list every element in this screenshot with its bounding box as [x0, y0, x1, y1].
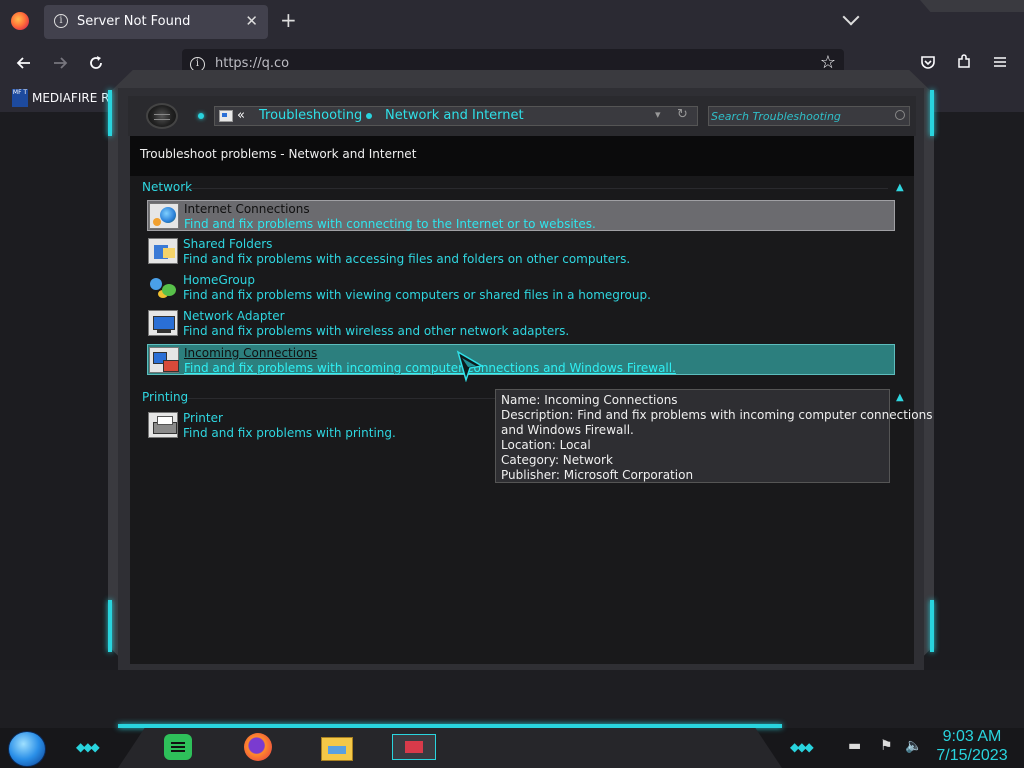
taskbar-accent	[118, 724, 782, 728]
page-title: Troubleshoot problems - Network and Inte…	[140, 147, 417, 161]
bookmark-mediafire[interactable]: MEDIAFIRE RO	[32, 91, 119, 105]
tooltip-name: Name: Incoming Connections	[501, 393, 678, 407]
list-item-printer[interactable]: Printer Find and fix problems with print…	[147, 410, 487, 441]
network-adapter-icon	[148, 310, 178, 336]
hamburger-menu-icon	[994, 57, 1006, 67]
back-forward-orb-icon[interactable]	[146, 103, 178, 129]
item-description[interactable]: Find and fix problems with accessing fil…	[183, 252, 630, 266]
list-item-incoming-connections[interactable]: Incoming Connections Find and fix proble…	[147, 344, 895, 375]
site-info-icon[interactable]: i	[190, 57, 205, 72]
refresh-icon[interactable]: ↻	[677, 107, 688, 122]
new-tab-button[interactable]: +	[280, 9, 297, 31]
shared-folders-icon	[148, 238, 178, 264]
breadcrumb-overflow[interactable]: «	[237, 108, 245, 123]
puzzle-icon	[958, 54, 970, 68]
taskbar-band	[118, 728, 782, 768]
bookmark-star-icon[interactable]: ☆	[820, 52, 836, 73]
taskbar-decor-chevrons-icon: ◆◆◆	[790, 740, 814, 754]
item-name[interactable]: Shared Folders	[183, 237, 272, 251]
notes-app-icon[interactable]	[160, 732, 200, 762]
frame-accent	[930, 600, 934, 652]
breadcrumb-troubleshooting[interactable]: Troubleshooting	[259, 108, 362, 123]
control-panel-icon[interactable]	[392, 732, 436, 762]
reload-button[interactable]	[84, 53, 108, 77]
firefox-logo-icon[interactable]	[11, 12, 29, 30]
firefox-icon[interactable]	[240, 732, 280, 762]
item-description[interactable]: Find and fix problems with incoming comp…	[184, 361, 676, 375]
tab-close-button[interactable]: ✕	[245, 12, 258, 30]
item-description[interactable]: Find and fix problems with printing.	[183, 426, 396, 440]
item-tooltip: Name: Incoming Connections Description: …	[495, 389, 933, 483]
taskbar-time[interactable]: 9:03 AM	[930, 728, 1014, 746]
pocket-button[interactable]	[916, 53, 940, 77]
tooltip-location: Location: Local	[501, 438, 591, 452]
list-item-shared-folders[interactable]: Shared Folders Find and fix problems wit…	[147, 236, 895, 267]
url-text[interactable]: https://q.co	[215, 56, 289, 71]
list-all-tabs-icon[interactable]	[842, 8, 860, 26]
browser-tab-bar: i Server Not Found ✕ +	[0, 0, 1024, 44]
item-description[interactable]: Find and fix problems with wireless and …	[183, 324, 569, 338]
show-hidden-icons-icon[interactable]: ▬	[848, 738, 861, 754]
taskbar	[0, 724, 1024, 768]
item-description[interactable]: Find and fix problems with connecting to…	[184, 217, 596, 231]
list-item-homegroup[interactable]: HomeGroup Find and fix problems with vie…	[147, 272, 895, 303]
group-divider	[188, 188, 888, 189]
address-dropdown-icon[interactable]: ▾	[655, 108, 661, 121]
tooltip-description: Description: Find and fix problems with …	[501, 408, 933, 422]
page-header: Troubleshoot problems - Network and Inte…	[130, 136, 914, 176]
tab-title: Server Not Found	[77, 14, 191, 29]
info-icon: i	[54, 14, 68, 28]
list-item-network-adapter[interactable]: Network Adapter Find and fix problems wi…	[147, 308, 895, 339]
group-title-printing: Printing	[142, 390, 189, 404]
pocket-icon	[921, 56, 935, 69]
search-icon[interactable]	[895, 110, 905, 120]
item-name[interactable]: HomeGroup	[183, 273, 255, 287]
browser-tab[interactable]: i Server Not Found ✕	[44, 5, 268, 39]
menu-button[interactable]	[988, 53, 1012, 77]
file-explorer-icon[interactable]	[318, 732, 358, 762]
address-bar[interactable]: « Troubleshooting Network and Internet ▾…	[214, 106, 698, 126]
forward-arrow-icon	[54, 57, 68, 69]
item-name[interactable]: Network Adapter	[183, 309, 285, 323]
reload-icon	[90, 56, 102, 69]
frame-accent	[930, 90, 934, 136]
tooltip-category: Category: Network	[501, 453, 613, 467]
taskbar-date[interactable]: 7/15/2023	[930, 747, 1014, 765]
theme-decoration	[920, 0, 1024, 12]
mouse-cursor-icon	[456, 350, 484, 382]
nav-dot-icon	[198, 113, 204, 119]
item-name[interactable]: Printer	[183, 411, 223, 425]
tooltip-description-cont: and Windows Firewall.	[501, 423, 634, 437]
forward-button[interactable]	[48, 53, 72, 77]
search-input[interactable]	[711, 108, 891, 124]
printer-icon	[148, 412, 178, 438]
homegroup-icon	[148, 274, 178, 300]
extensions-button[interactable]	[952, 53, 976, 77]
item-description[interactable]: Find and fix problems with viewing compu…	[183, 288, 651, 302]
list-item-internet-connections[interactable]: Internet Connections Find and fix proble…	[147, 200, 895, 231]
action-center-flag-icon[interactable]: ⚑	[880, 738, 893, 754]
breadcrumb-separator-icon[interactable]	[366, 113, 372, 119]
group-title-network: Network	[142, 180, 193, 194]
volume-icon[interactable]: 🔈	[905, 738, 922, 754]
collapse-group-icon[interactable]: ▲	[896, 392, 904, 403]
item-name[interactable]: Incoming Connections	[184, 346, 317, 360]
search-box[interactable]	[708, 106, 910, 126]
breadcrumb-network-and-internet[interactable]: Network and Internet	[385, 108, 524, 123]
collapse-group-icon[interactable]: ▲	[896, 182, 904, 193]
tooltip-publisher: Publisher: Microsoft Corporation	[501, 468, 694, 482]
taskbar-decor-chevrons-icon: ◆◆◆	[76, 740, 100, 754]
frame-accent	[108, 90, 112, 136]
back-button[interactable]	[12, 53, 36, 77]
mediafire-favicon-icon: MF T	[12, 89, 28, 107]
back-arrow-icon	[16, 57, 30, 69]
incoming-connections-icon	[149, 347, 179, 373]
control-panel-icon	[219, 110, 233, 122]
item-name[interactable]: Internet Connections	[184, 202, 310, 216]
frame-accent	[108, 600, 112, 652]
internet-connections-icon	[149, 203, 179, 229]
start-orb-icon[interactable]	[8, 731, 46, 767]
